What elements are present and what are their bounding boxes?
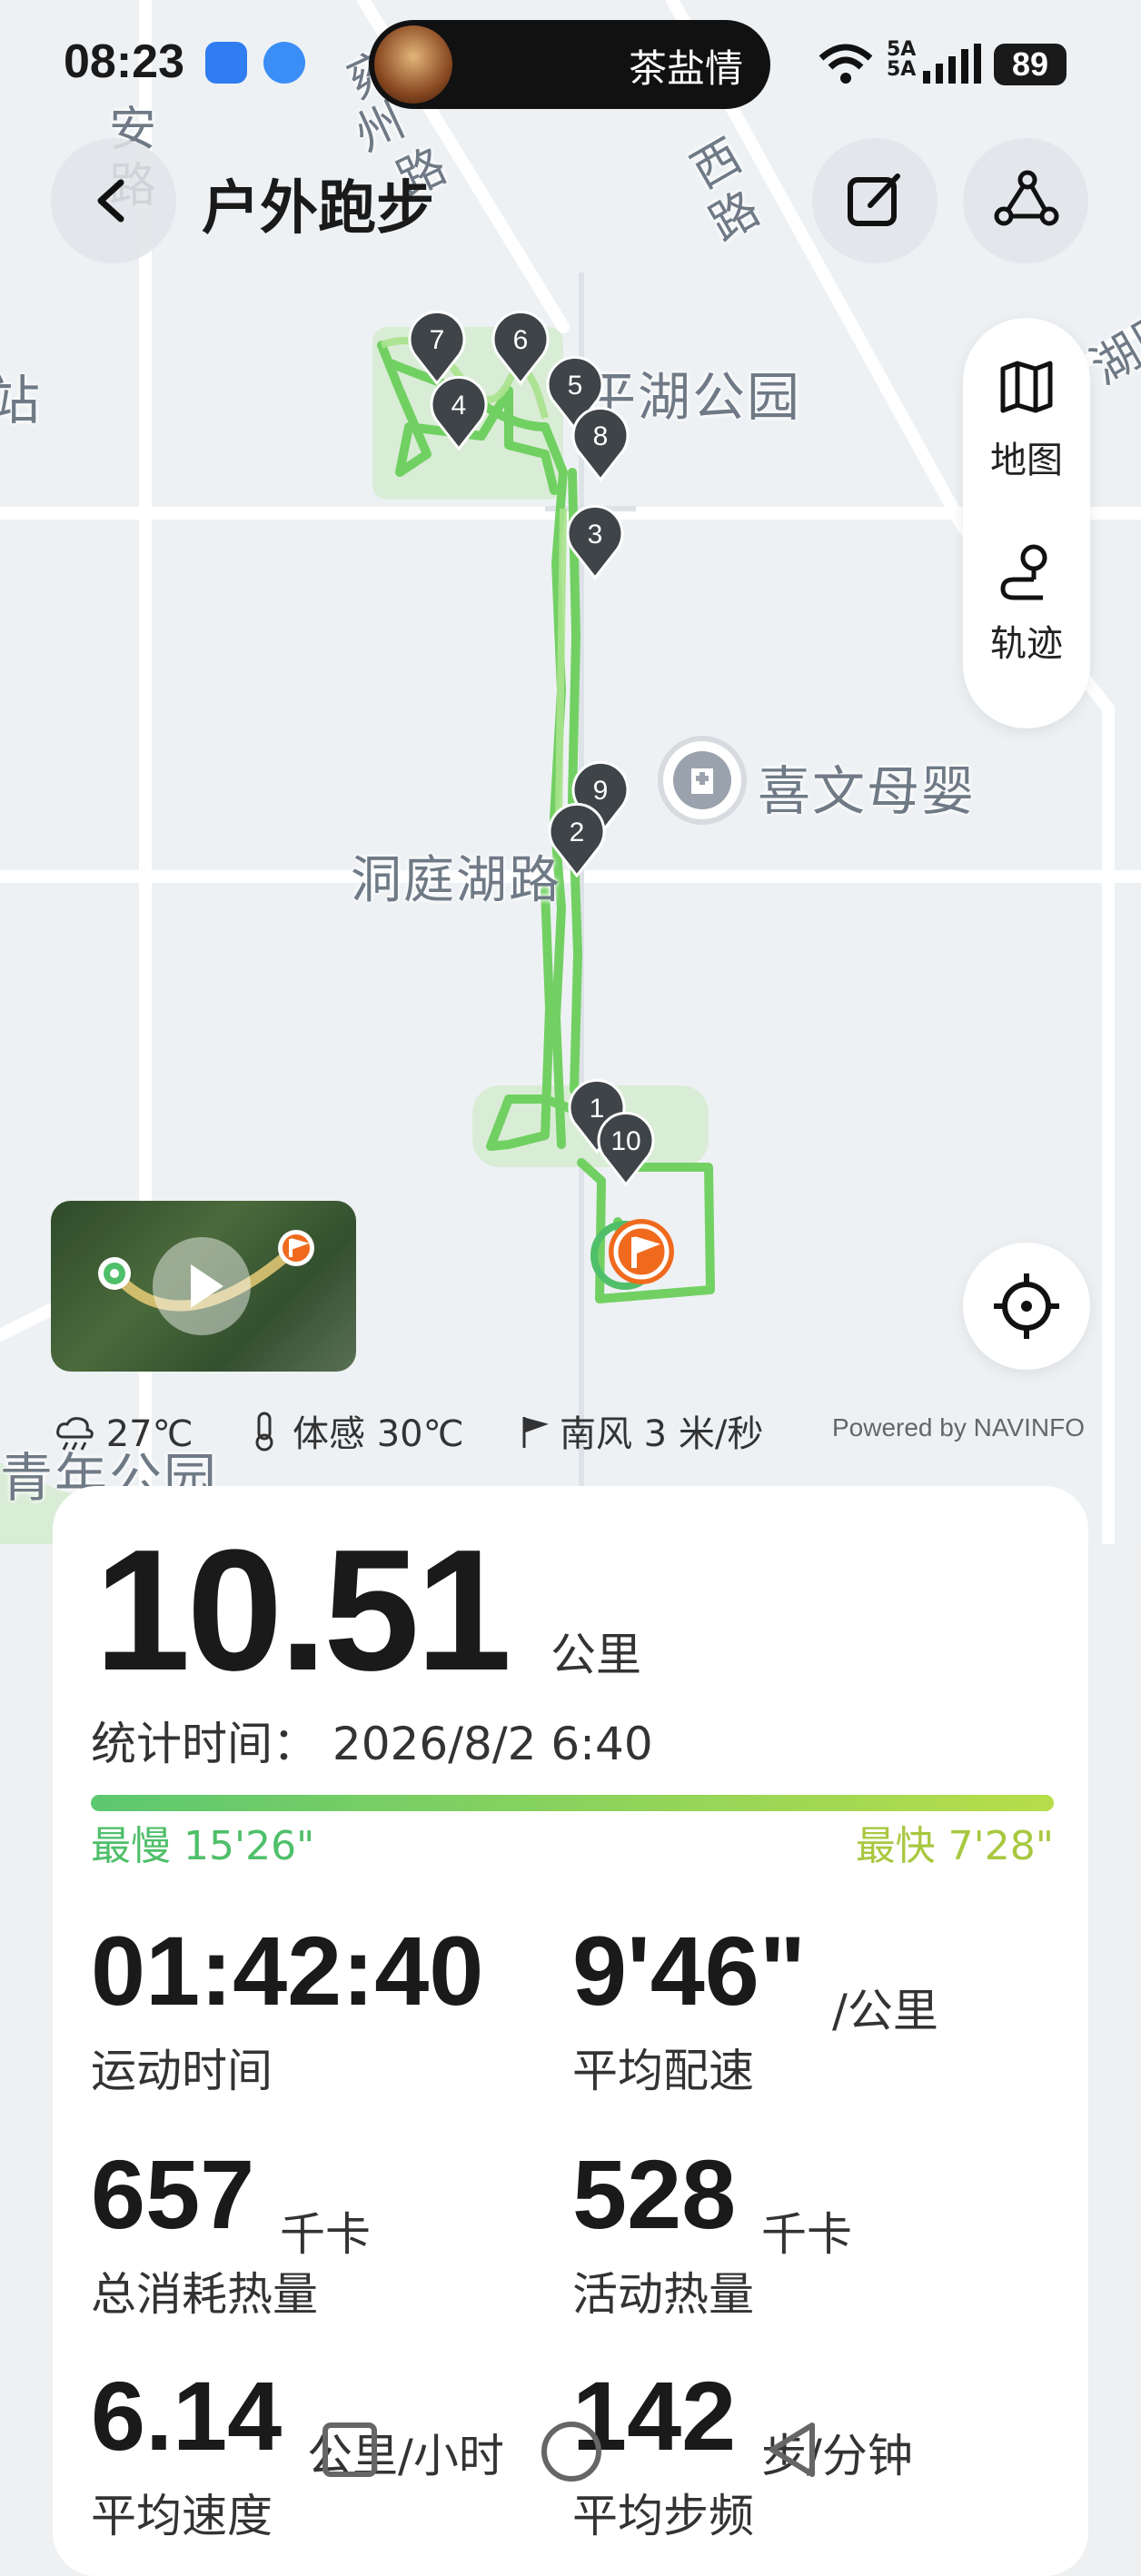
metric-label: 活动热量 bbox=[572, 2268, 754, 2321]
svg-text:10: 10 bbox=[610, 1126, 640, 1156]
hospital-icon bbox=[663, 741, 741, 819]
metric-label: 总消耗热量 bbox=[91, 2268, 318, 2321]
map-mode-button[interactable]: 地图 bbox=[963, 431, 1090, 483]
map-attribution: Powered by NAVINFO bbox=[831, 1413, 1085, 1442]
svg-text:3: 3 bbox=[588, 520, 603, 550]
route-replay-video[interactable] bbox=[51, 1201, 356, 1372]
wifi-icon bbox=[819, 44, 873, 84]
slowest-pace: 最慢 15'26" bbox=[91, 1823, 315, 1869]
stat-time: 统计时间： 2026/8/2 6:40 bbox=[91, 1718, 653, 1770]
summary-card: 10.51 公里 统计时间： 2026/8/2 6:40 最慢 15'26" 最… bbox=[53, 1486, 1088, 2576]
chevron-left-icon bbox=[97, 179, 124, 223]
km-marker[interactable]: 8 bbox=[569, 403, 632, 485]
signal-strength-icon bbox=[923, 44, 981, 84]
battery-indicator: 89 bbox=[994, 44, 1067, 85]
km-marker[interactable]: 10 bbox=[594, 1108, 658, 1190]
start-end-flag-icon bbox=[590, 1219, 674, 1290]
weather-feels-like: 体感 30℃ bbox=[248, 1412, 497, 1455]
share-route-button[interactable] bbox=[963, 138, 1088, 263]
signal-label: 5A 5A bbox=[887, 38, 917, 81]
edit-button[interactable] bbox=[812, 138, 938, 263]
locate-button[interactable] bbox=[963, 1243, 1090, 1370]
svg-text:8: 8 bbox=[593, 421, 609, 451]
svg-text:2: 2 bbox=[570, 817, 585, 847]
map-road-label: 洞庭湖路 bbox=[351, 851, 561, 910]
map-poi-label: 喜文母婴 bbox=[758, 760, 977, 822]
metric-unit: 千卡 bbox=[761, 2208, 852, 2261]
weather-temp: 27℃ bbox=[55, 1413, 226, 1455]
metric-unit: 千卡 bbox=[280, 2208, 371, 2261]
svg-text:7: 7 bbox=[430, 325, 445, 355]
svg-text:5: 5 bbox=[568, 371, 583, 401]
km-marker[interactable]: 3 bbox=[563, 501, 627, 583]
metric-label: 平均配速 bbox=[572, 2045, 754, 2097]
weather-wind: 南风 3 米/秒 bbox=[519, 1413, 785, 1455]
track-mode-button[interactable]: 轨迹 bbox=[963, 614, 1090, 667]
distance-unit: 公里 bbox=[551, 1629, 641, 1681]
pace-gradient-bar bbox=[91, 1795, 1054, 1811]
metric-value: 9'46" bbox=[572, 1916, 807, 2026]
back-nav-button[interactable] bbox=[761, 2418, 825, 2482]
back-button[interactable] bbox=[51, 138, 176, 263]
track-icon bbox=[1000, 544, 1047, 600]
browser-app-icon bbox=[263, 42, 305, 84]
metric-unit: /公里 bbox=[832, 1985, 938, 2037]
metric-value: 01:42:40 bbox=[91, 1916, 484, 2026]
page-title: 户外跑步 bbox=[202, 175, 434, 243]
dynamic-island[interactable]: 茶盐情 bbox=[369, 20, 770, 109]
km-marker[interactable]: 4 bbox=[427, 372, 491, 454]
status-bar: 08:23 茶盐情 5A 5A 89 bbox=[0, 0, 1141, 127]
message-app-icon bbox=[205, 42, 247, 84]
route-share-icon bbox=[994, 170, 1059, 226]
metric-value: 657 bbox=[91, 2139, 255, 2249]
home-button[interactable] bbox=[538, 2418, 605, 2485]
play-icon bbox=[191, 1264, 223, 1308]
metric-label: 运动时间 bbox=[91, 2045, 273, 2097]
metric-value: 528 bbox=[572, 2139, 737, 2249]
km-marker[interactable]: 2 bbox=[545, 799, 609, 881]
map-poi-label: 站 bbox=[0, 370, 43, 431]
svg-text:6: 6 bbox=[513, 325, 529, 355]
fastest-pace: 最快 7'28" bbox=[855, 1823, 1054, 1869]
map-icon bbox=[1000, 361, 1053, 413]
svg-text:4: 4 bbox=[451, 391, 467, 421]
status-time: 08:23 bbox=[64, 35, 184, 88]
recent-apps-button[interactable] bbox=[318, 2418, 382, 2482]
map-side-panel: 地图 轨迹 bbox=[963, 318, 1090, 728]
weather-row: 27℃ 体感 30℃ 南风 3 米/秒 bbox=[55, 1404, 807, 1457]
total-distance: 10.51 bbox=[94, 1514, 511, 1707]
system-nav-bar bbox=[0, 2416, 1141, 2507]
play-button[interactable] bbox=[153, 1237, 251, 1335]
thermometer-icon bbox=[255, 1412, 273, 1451]
rain-cloud-icon bbox=[56, 1417, 94, 1451]
edit-icon bbox=[848, 173, 900, 226]
media-thumbnail bbox=[374, 25, 452, 104]
wind-flag-icon bbox=[522, 1417, 550, 1448]
crosshair-icon bbox=[994, 1273, 1059, 1339]
island-media-title: 茶盐情 bbox=[628, 46, 743, 91]
